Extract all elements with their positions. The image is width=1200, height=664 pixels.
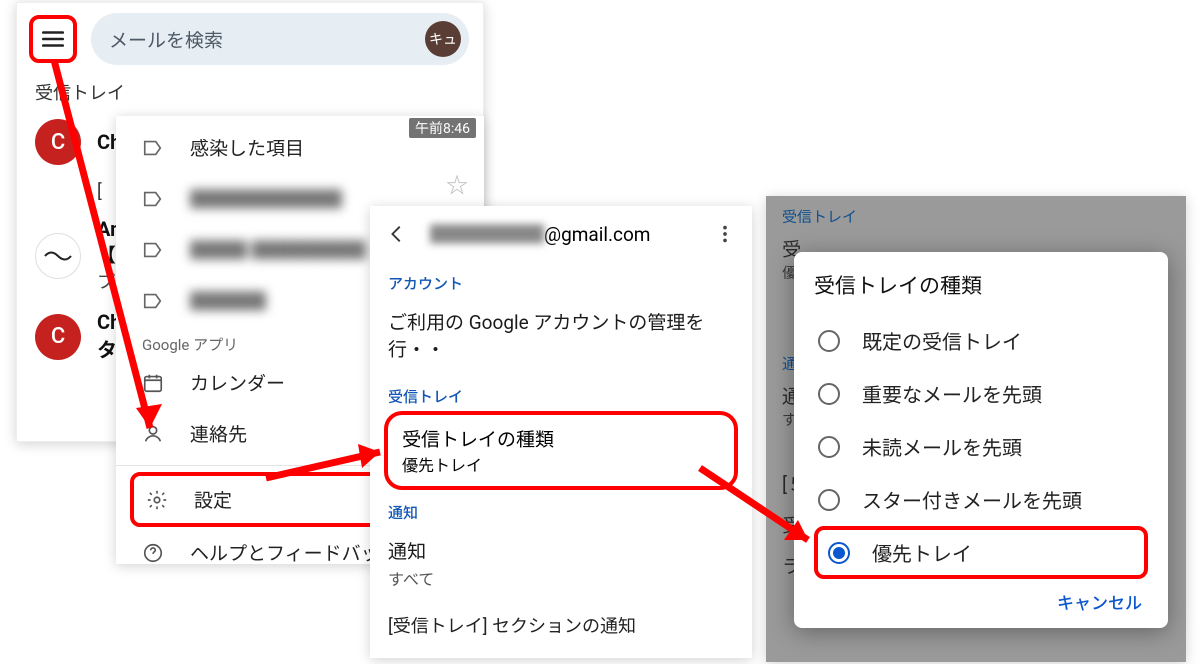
inbox-section-header: 受信トレイ bbox=[370, 374, 752, 411]
inbox-type-option[interactable]: 既定の受信トレイ bbox=[814, 314, 1148, 367]
star-icon[interactable]: ☆ bbox=[446, 168, 468, 200]
radio-icon bbox=[818, 383, 840, 405]
question-mark: ? bbox=[448, 140, 458, 164]
radio-selected-icon bbox=[828, 542, 850, 564]
gear-icon bbox=[146, 489, 168, 511]
tutorial-arrow-1 bbox=[40, 56, 170, 456]
search-placeholder: メールを検索 bbox=[109, 26, 223, 53]
inbox-type-option-selected[interactable]: 優先トレイ bbox=[814, 526, 1148, 579]
account-email: ██████@gmail.com bbox=[430, 220, 650, 247]
radio-icon bbox=[818, 436, 840, 458]
account-settings-panel: ██████@gmail.com アカウント ご利用の Google アカウント… bbox=[370, 206, 752, 658]
more-icon[interactable] bbox=[714, 223, 736, 245]
notif-row[interactable]: 通知 すべて bbox=[370, 527, 752, 602]
help-icon bbox=[142, 542, 164, 564]
section-notif-row[interactable]: [受信トレイ] セクションの通知 bbox=[370, 602, 752, 650]
notif-section-header: 通知 bbox=[370, 490, 752, 527]
inbox-type-option[interactable]: スター付きメールを先頭 bbox=[814, 473, 1148, 526]
back-arrow-icon[interactable] bbox=[386, 223, 408, 245]
tutorial-arrow-2 bbox=[262, 438, 402, 488]
inbox-type-dialog: 受信トレイの種類 既定の受信トレイ 重要なメールを先頭 未読メールを先頭 スター… bbox=[794, 252, 1168, 628]
bg-section-header: 受信トレイ bbox=[766, 196, 1186, 231]
inbox-type-dialog-panel: 受信トレイ 受優 通 通す [５ 受 ラベルの管理 受信トレイの種類 既定の受信… bbox=[766, 196, 1186, 662]
dialog-title: 受信トレイの種類 bbox=[814, 270, 1148, 300]
time-badge: 午前8:46 bbox=[409, 118, 476, 138]
inbox-type-row[interactable]: 受信トレイの種類 優先トレイ bbox=[402, 425, 720, 476]
tutorial-arrow-3 bbox=[696, 462, 826, 556]
inbox-type-option[interactable]: 未読メールを先頭 bbox=[814, 420, 1148, 473]
highlight-inbox-type: 受信トレイの種類 優先トレイ bbox=[384, 411, 738, 490]
cancel-button[interactable]: キャンセル bbox=[814, 579, 1148, 616]
account-section-header: アカウント bbox=[370, 261, 752, 298]
inbox-type-option[interactable]: 重要なメールを先頭 bbox=[814, 367, 1148, 420]
menu-icon bbox=[40, 26, 66, 52]
radio-icon bbox=[818, 330, 840, 352]
account-avatar-chip[interactable]: キュ bbox=[425, 21, 461, 57]
manage-account-row[interactable]: ご利用の Google アカウントの管理を行・・ bbox=[370, 298, 752, 374]
